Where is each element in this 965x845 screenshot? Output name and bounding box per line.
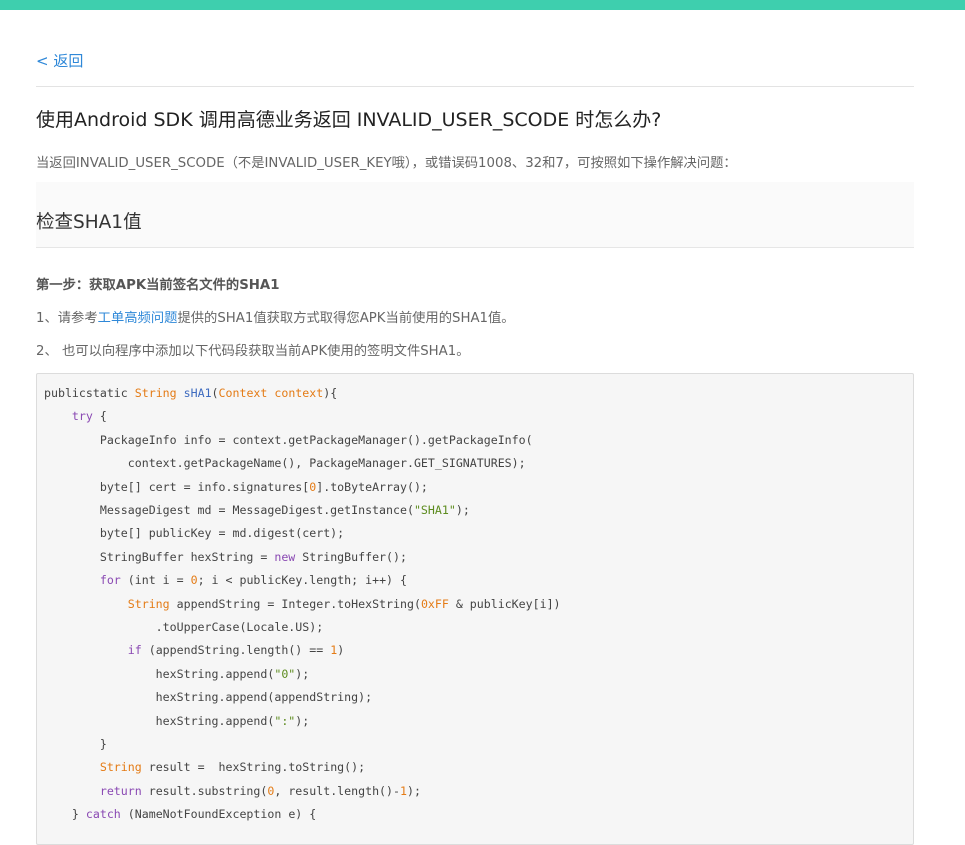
code-token: , result.length()- xyxy=(274,783,400,798)
code-token: (int i = xyxy=(120,573,191,588)
step1-heading: 第一步：获取APK当前签名文件的SHA1 xyxy=(36,278,280,293)
code-line: for (int i = 0; i < publicKey.length; i+… xyxy=(44,570,407,590)
code-token: } xyxy=(44,807,86,822)
code-token: ); xyxy=(295,666,310,681)
code-token: 0 xyxy=(190,573,198,588)
code-line: byte[] cert = info.signatures[0].toByteA… xyxy=(44,477,428,497)
step-item-2: 2、 也可以向程序中添加以下代码段获取当前APK使用的签明文件SHA1。 xyxy=(36,344,470,359)
code-token: hexString.append( xyxy=(44,666,275,681)
code-token: "SHA1" xyxy=(413,503,456,517)
code-line: hexString.append(":"); xyxy=(44,711,310,731)
code-token: (appendString.length() == xyxy=(141,643,331,658)
code-line: String appendString = Integer.toHexStrin… xyxy=(44,594,561,614)
code-token: catch xyxy=(85,807,121,822)
code-token: publicstatic xyxy=(44,386,135,400)
question-title: 使用Android SDK 调用高德业务返回 INVALID_USER_SCOD… xyxy=(36,109,662,131)
code-line: byte[] publicKey = md.digest(cert); xyxy=(44,523,344,543)
faq-link[interactable]: 工单高频问题 xyxy=(98,311,178,326)
code-token: } xyxy=(44,737,107,751)
step-item-1-prefix: 1、请参考 xyxy=(36,311,98,326)
code-token: result.substring( xyxy=(141,783,268,798)
code-token: StringBuffer hexString = xyxy=(44,549,275,564)
header-divider xyxy=(36,86,914,87)
code-token: String xyxy=(134,386,184,400)
code-line: try { xyxy=(44,406,107,426)
code-line: if (appendString.length() == 1) xyxy=(44,640,344,660)
code-token: sHA1 xyxy=(183,386,212,400)
code-token: String xyxy=(127,596,170,611)
code-token: Context context xyxy=(218,386,324,400)
code-token: PackageInfo info = context.getPackageMan… xyxy=(44,432,533,447)
code-token: return xyxy=(99,783,142,798)
code-token: ].toByteArray(); xyxy=(316,479,428,494)
code-token: .toUpperCase(Locale.US); xyxy=(44,620,324,634)
code-token: new xyxy=(274,549,296,564)
code-token: { xyxy=(92,409,107,424)
code-token: byte[] cert = info.signatures[ xyxy=(44,479,310,494)
code-line: .toUpperCase(Locale.US); xyxy=(44,617,324,637)
code-token: MessageDigest md = MessageDigest.getInst… xyxy=(44,503,414,517)
code-token: appendString = Integer.toHexString( xyxy=(169,596,421,611)
code-line: publicstatic String sHA1(Context context… xyxy=(44,383,337,403)
intro-text: 当返回INVALID_USER_SCODE（不是INVALID_USER_KEY… xyxy=(36,156,737,171)
back-link[interactable]: < 返回 xyxy=(36,50,83,71)
code-token: ":" xyxy=(274,713,296,728)
code-token: ) xyxy=(337,643,345,658)
code-block: publicstatic String sHA1(Context context… xyxy=(36,373,914,845)
code-token: ); xyxy=(455,503,470,517)
code-token: & publicKey[i]) xyxy=(448,596,561,611)
code-token: for xyxy=(99,573,121,588)
code-token: ){ xyxy=(323,386,338,400)
code-token: ); xyxy=(406,783,421,798)
code-token: byte[] publicKey = md.digest(cert); xyxy=(44,526,345,541)
section-heading: 检查SHA1值 xyxy=(36,212,142,233)
code-token: 1 xyxy=(400,783,407,798)
code-token: ( xyxy=(211,386,219,400)
code-token: try xyxy=(71,409,93,424)
section-heading-band xyxy=(36,182,914,248)
code-line: StringBuffer hexString = new StringBuffe… xyxy=(44,547,407,567)
code-line: return result.substring(0, result.length… xyxy=(44,781,421,801)
code-token: ); xyxy=(295,713,310,728)
step-item-1: 1、请参考工单高频问题提供的SHA1值获取方式取得您APK当前使用的SHA1值。 xyxy=(36,307,515,326)
step-item-1-suffix: 提供的SHA1值获取方式取得您APK当前使用的SHA1值。 xyxy=(177,311,515,326)
code-line: MessageDigest md = MessageDigest.getInst… xyxy=(44,500,470,520)
code-line: context.getPackageName(), PackageManager… xyxy=(44,453,526,473)
code-token: String xyxy=(99,760,142,775)
section-divider xyxy=(36,247,914,248)
top-accent-bar xyxy=(0,0,965,10)
code-token: 0xFF xyxy=(420,596,449,611)
code-token: hexString.append( xyxy=(44,713,275,728)
code-line: hexString.append(appendString); xyxy=(44,687,372,707)
code-line: hexString.append("0"); xyxy=(44,664,310,684)
code-token: StringBuffer(); xyxy=(295,549,407,564)
code-line: String result = hexString.toString(); xyxy=(44,757,365,777)
code-token: result = hexString.toString(); xyxy=(141,760,366,775)
code-token: hexString.append(appendString); xyxy=(44,690,373,705)
code-line: PackageInfo info = context.getPackageMan… xyxy=(44,430,533,450)
code-token: "0" xyxy=(274,666,296,681)
code-line: } xyxy=(44,734,107,754)
code-token: (NameNotFoundException e) { xyxy=(120,807,317,822)
code-line: } catch (NameNotFoundException e) { xyxy=(44,804,316,824)
code-token: context.getPackageName(), PackageManager… xyxy=(44,456,526,471)
code-token: ; i < publicKey.length; i++) { xyxy=(197,573,407,588)
code-token: if xyxy=(127,643,142,658)
